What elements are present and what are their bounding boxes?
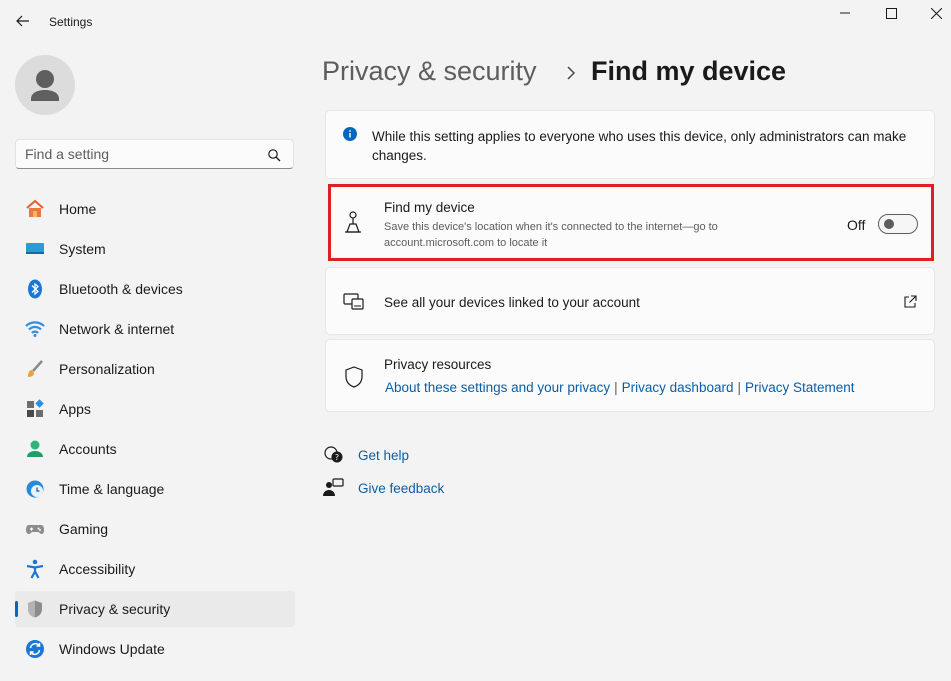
sidebar-item-network[interactable]: Network & internet — [15, 311, 295, 347]
sidebar-item-label: Apps — [59, 401, 91, 417]
sidebar-item-label: Windows Update — [59, 641, 165, 657]
sidebar-item-accounts[interactable]: Accounts — [15, 431, 295, 467]
accessibility-icon — [26, 559, 44, 579]
info-text: While this setting applies to everyone w… — [372, 129, 907, 163]
sidebar-item-system[interactable]: System — [15, 231, 295, 267]
maximize-icon — [885, 7, 897, 19]
privacy-resources-card: Privacy resources About these settings a… — [325, 339, 935, 412]
back-arrow-icon — [16, 15, 29, 27]
close-button[interactable] — [925, 4, 947, 22]
back-button[interactable] — [14, 10, 32, 32]
privacy-statement-link[interactable]: Privacy Statement — [745, 380, 855, 395]
clock-globe-icon — [26, 480, 44, 498]
minimize-button[interactable] — [834, 4, 856, 22]
about-privacy-link[interactable]: About these settings and your privacy — [385, 380, 610, 395]
brush-icon — [28, 360, 43, 377]
sidebar-nav: Home System Bluetooth & devices Network … — [15, 191, 295, 671]
wifi-icon — [25, 321, 45, 337]
privacy-links: About these settings and your privacy | Pr… — [385, 380, 855, 395]
accounts-icon — [27, 440, 43, 457]
sidebar-item-gaming[interactable]: Gaming — [15, 511, 295, 547]
home-icon — [26, 199, 44, 217]
bluetooth-icon — [28, 279, 42, 299]
search-icon[interactable] — [267, 148, 281, 162]
toggle-state-label: Off — [847, 217, 866, 233]
privacy-resources-title: Privacy resources — [384, 357, 492, 372]
sidebar-item-apps[interactable]: Apps — [15, 391, 295, 427]
link-separator: | — [614, 380, 618, 395]
sidebar-item-label: Network & internet — [59, 321, 175, 337]
sidebar-item-label: Gaming — [59, 521, 109, 537]
sidebar-item-personalization[interactable]: Personalization — [15, 351, 295, 387]
title-bar: Settings — [0, 0, 951, 44]
svg-text:?: ? — [335, 453, 339, 462]
app-title: Settings — [49, 15, 93, 29]
info-icon — [343, 127, 357, 141]
sidebar-item-windows-update[interactable]: Windows Update — [15, 631, 295, 667]
linked-devices-label: See all your devices linked to your acco… — [384, 295, 640, 310]
sidebar-item-bluetooth[interactable]: Bluetooth & devices — [15, 271, 295, 307]
search-input[interactable] — [25, 146, 255, 162]
external-link-icon — [904, 295, 917, 308]
system-icon — [26, 243, 44, 254]
devices-icon — [343, 293, 364, 310]
find-my-device-toggle[interactable] — [878, 214, 918, 234]
sidebar-item-label: Accounts — [59, 441, 117, 457]
link-separator: | — [737, 380, 741, 395]
privacy-dashboard-link[interactable]: Privacy dashboard — [622, 380, 734, 395]
shield-outline-icon — [345, 366, 363, 388]
update-icon — [26, 640, 44, 658]
sidebar-item-time-language[interactable]: Time & language — [15, 471, 295, 507]
search-box[interactable] — [15, 139, 294, 169]
chevron-right-icon — [567, 66, 576, 80]
feedback-icon — [323, 478, 344, 496]
linked-devices-link[interactable]: See all your devices linked to your acco… — [325, 267, 935, 335]
gamepad-icon — [26, 525, 44, 534]
user-icon — [31, 70, 59, 101]
user-avatar[interactable] — [15, 55, 75, 115]
sidebar-item-label: Accessibility — [59, 561, 136, 577]
close-icon — [930, 7, 942, 19]
sidebar-item-label: Home — [59, 201, 97, 217]
sidebar-item-label: Personalization — [59, 361, 155, 377]
get-help-link[interactable]: Get help — [358, 448, 409, 463]
toggle-knob — [884, 219, 894, 229]
sidebar-item-label: Privacy & security — [59, 601, 171, 617]
sidebar-item-label: System — [59, 241, 106, 257]
sidebar-item-accessibility[interactable]: Accessibility — [15, 551, 295, 587]
apps-icon — [27, 399, 44, 417]
sidebar-item-home[interactable]: Home — [15, 191, 295, 227]
give-feedback-link[interactable]: Give feedback — [358, 481, 444, 496]
sidebar-item-label: Bluetooth & devices — [59, 281, 183, 297]
page-title: Find my device — [591, 56, 787, 86]
maximize-button[interactable] — [880, 4, 902, 22]
shield-icon — [28, 600, 42, 618]
admin-info-banner: While this setting applies to everyone w… — [325, 110, 935, 179]
find-my-device-setting[interactable]: Find my device Save this device's locati… — [331, 187, 931, 257]
sidebar-item-label: Time & language — [59, 481, 165, 497]
location-person-icon — [345, 211, 361, 233]
find-my-device-title: Find my device — [384, 200, 475, 215]
get-help-icon: ? — [324, 446, 343, 463]
find-my-device-description: Save this device's location when it's co… — [384, 221, 718, 249]
sidebar-item-privacy-security[interactable]: Privacy & security — [15, 591, 295, 627]
breadcrumb-parent[interactable]: Privacy & security — [322, 56, 537, 87]
minimize-icon — [840, 12, 850, 14]
